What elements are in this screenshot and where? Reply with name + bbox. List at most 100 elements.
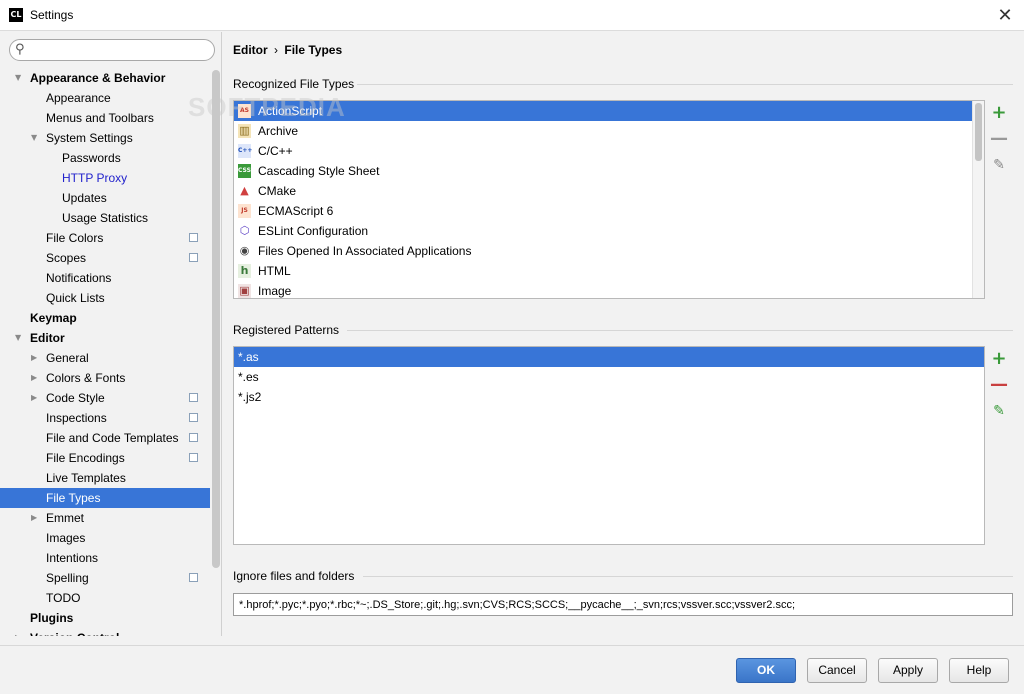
edit-file-type-button[interactable]: ✎ (986, 152, 1012, 178)
sidebar-item-system-settings[interactable]: ▼ System Settings (0, 128, 210, 148)
ok-button[interactable]: OK (736, 658, 796, 683)
sidebar-item-label: General (46, 351, 89, 365)
sidebar-item-passwords[interactable]: Passwords (0, 148, 210, 168)
file-types-scrollbar[interactable] (972, 101, 984, 298)
cmake-icon: ▲ (240, 184, 249, 197)
pattern-row[interactable]: *.js2 (234, 387, 984, 407)
sidebar-item-intentions[interactable]: Intentions (0, 548, 210, 568)
close-button[interactable]: ✕ (994, 5, 1016, 27)
file-type-row-image[interactable]: ▣ Image (234, 281, 984, 298)
sidebar-item-label: Notifications (46, 271, 112, 285)
file-type-row-cascading-style-sheet[interactable]: CSS Cascading Style Sheet (234, 161, 984, 181)
sidebar-item-updates[interactable]: Updates (0, 188, 210, 208)
expand-arrow-icon[interactable]: ▼ (15, 68, 25, 88)
sidebar-item-appearance-behavior[interactable]: ▼ Appearance & Behavior (0, 68, 210, 88)
file-type-row-actionscript[interactable]: AS ActionScript (234, 101, 984, 121)
expand-arrow-icon[interactable]: ▼ (15, 328, 25, 348)
help-button[interactable]: Help (949, 658, 1009, 683)
sidebar-item-label: Editor (30, 331, 65, 345)
ignore-files-input[interactable] (233, 593, 1013, 616)
sidebar-item-keymap[interactable]: Keymap (0, 308, 210, 328)
sidebar-item-code-style[interactable]: ▶ Code Style (0, 388, 210, 408)
expand-arrow-icon[interactable]: ▼ (31, 128, 41, 148)
window-title: Settings (30, 8, 74, 22)
sidebar-item-label: Scopes (46, 251, 87, 265)
sidebar-item-label: System Settings (46, 131, 133, 145)
project-settings-icon (187, 451, 198, 462)
file-type-name: Cascading Style Sheet (258, 164, 380, 178)
search-input[interactable] (32, 42, 210, 58)
sidebar-item-label: File Colors (46, 231, 104, 245)
edit-pattern-button[interactable]: ✎ (986, 398, 1012, 424)
collapse-arrow-icon[interactable]: ▶ (31, 508, 41, 528)
sidebar-item-general[interactable]: ▶ General (0, 348, 210, 368)
sidebar-item-label: Emmet (46, 511, 85, 525)
sidebar-item-notifications[interactable]: Notifications (0, 268, 210, 288)
sidebar-item-version-control[interactable]: ▶ Version Control (0, 628, 210, 636)
settings-sidebar: ⚲ ▼ Appearance & Behavior Appearance Menus … (0, 32, 222, 636)
recognized-file-types-list[interactable]: AS ActionScript ▥ Archive C++ C/C++ CSS Cascadi… (233, 100, 985, 299)
sidebar-item-file-encodings[interactable]: File Encodings (0, 448, 210, 468)
search-icon: ⚲ (15, 42, 25, 57)
sidebar-item-live-templates[interactable]: Live Templates (0, 468, 210, 488)
sidebar-item-emmet[interactable]: ▶ Emmet (0, 508, 210, 528)
sidebar-item-label: Updates (62, 191, 107, 205)
file-type-row-cmake[interactable]: ▲ CMake (234, 181, 984, 201)
collapse-arrow-icon[interactable]: ▶ (31, 368, 41, 388)
file-type-row-c-c[interactable]: C++ C/C++ (234, 141, 984, 161)
actionscript-icon: AS (238, 104, 251, 118)
sidebar-item-plugins[interactable]: Plugins (0, 608, 210, 628)
file-type-row-files-opened-in-associated-applications[interactable]: ◉ Files Opened In Associated Applications (234, 241, 984, 261)
sidebar-item-file-and-code-templates[interactable]: File and Code Templates (0, 428, 210, 448)
apply-button[interactable]: Apply (878, 658, 938, 683)
sidebar-item-scopes[interactable]: Scopes (0, 248, 210, 268)
sidebar-item-editor[interactable]: ▼ Editor (0, 328, 210, 348)
search-box[interactable]: ⚲ (9, 39, 215, 61)
file-type-row-html[interactable]: h HTML (234, 261, 984, 281)
sidebar-item-todo[interactable]: TODO (0, 588, 210, 608)
app-logo-icon: CL (9, 8, 23, 22)
breadcrumb-parent[interactable]: Editor (233, 43, 268, 57)
sidebar-item-label: Live Templates (46, 471, 126, 485)
sidebar-item-http-proxy[interactable]: HTTP Proxy (0, 168, 210, 188)
sidebar-item-colors-fonts[interactable]: ▶ Colors & Fonts (0, 368, 210, 388)
file-type-row-archive[interactable]: ▥ Archive (234, 121, 984, 141)
sidebar-item-usage-statistics[interactable]: Usage Statistics (0, 208, 210, 228)
pattern-row[interactable]: *.as (234, 347, 984, 367)
file-type-name: ActionScript (258, 104, 323, 118)
sidebar-item-spelling[interactable]: Spelling (0, 568, 210, 588)
sidebar-item-images[interactable]: Images (0, 528, 210, 548)
sidebar-item-menus-and-toolbars[interactable]: Menus and Toolbars (0, 108, 210, 128)
collapse-arrow-icon[interactable]: ▶ (31, 388, 41, 408)
collapse-arrow-icon[interactable]: ▶ (31, 348, 41, 368)
file-type-name: HTML (258, 264, 291, 278)
project-settings-icon (187, 411, 198, 422)
sidebar-item-file-colors[interactable]: File Colors (0, 228, 210, 248)
cancel-button[interactable]: Cancel (807, 658, 867, 683)
project-settings-icon (187, 251, 198, 262)
breadcrumb: Editor › File Types (233, 43, 342, 57)
sidebar-item-label: Keymap (30, 311, 77, 325)
collapse-arrow-icon[interactable]: ▶ (15, 628, 25, 636)
sidebar-item-label: Appearance & Behavior (30, 71, 166, 85)
remove-pattern-button[interactable]: — (986, 372, 1012, 398)
file-type-row-eslint-configuration[interactable]: ⬡ ESLint Configuration (234, 221, 984, 241)
sidebar-item-label: Inspections (46, 411, 107, 425)
sidebar-item-appearance[interactable]: Appearance (0, 88, 210, 108)
sidebar-item-label: TODO (46, 591, 81, 605)
file-type-name: ECMAScript 6 (258, 204, 334, 218)
remove-file-type-button[interactable]: — (986, 126, 1012, 152)
file-type-name: C/C++ (258, 144, 293, 158)
sidebar-scrollbar[interactable] (212, 70, 220, 568)
sidebar-item-file-types[interactable]: File Types (0, 488, 210, 508)
sidebar-item-quick-lists[interactable]: Quick Lists (0, 288, 210, 308)
add-pattern-button[interactable]: + (986, 346, 1012, 372)
associated-app-icon: ◉ (239, 244, 250, 257)
registered-patterns-list[interactable]: *.as *.es *.js2 (233, 346, 985, 545)
sidebar-item-inspections[interactable]: Inspections (0, 408, 210, 428)
pattern-row[interactable]: *.es (234, 367, 984, 387)
sidebar-item-label: Version Control (30, 628, 119, 636)
file-type-row-ecmascript-6[interactable]: JS ECMAScript 6 (234, 201, 984, 221)
sidebar-item-label: Images (46, 531, 86, 545)
add-file-type-button[interactable]: + (986, 100, 1012, 126)
